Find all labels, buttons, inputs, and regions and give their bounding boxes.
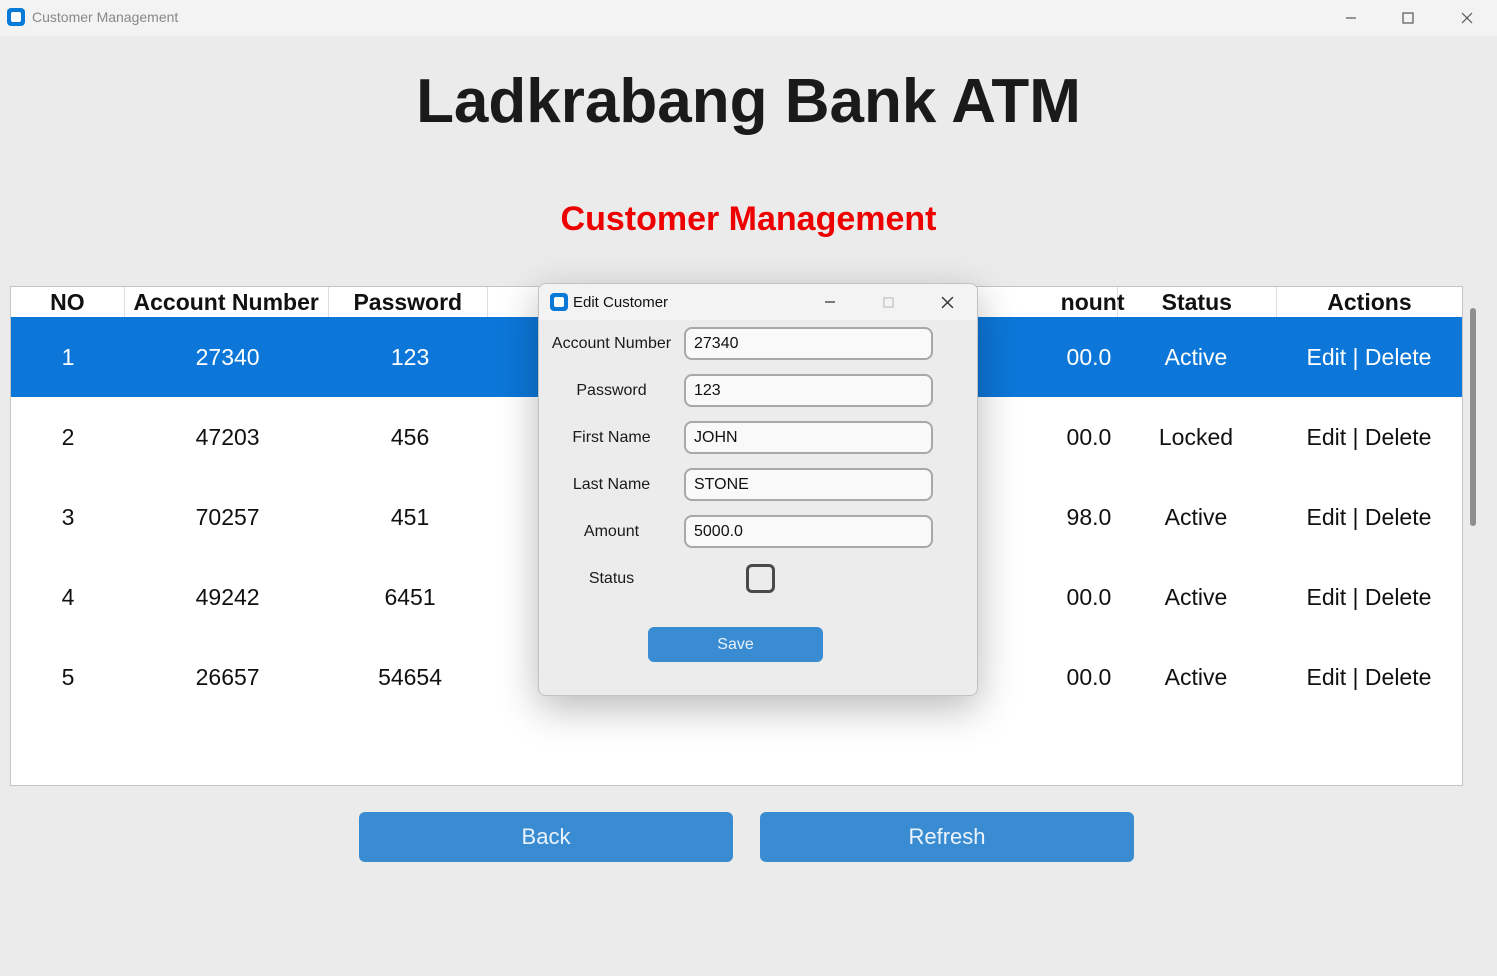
first-name-input[interactable] xyxy=(684,421,933,454)
cell-account-number: 70257 xyxy=(195,503,260,530)
first-name-label: First Name xyxy=(572,429,651,446)
cell-actions[interactable]: Edit | Delete xyxy=(1276,397,1462,477)
cell-password: 123 xyxy=(390,343,430,370)
close-icon xyxy=(941,296,953,308)
account-number-label: Account Number xyxy=(551,335,672,352)
dialog-title: Edit Customer xyxy=(573,294,669,311)
edit-customer-dialog: Edit Customer Account Number Password Fi… xyxy=(538,283,978,696)
refresh-button[interactable]: Refresh xyxy=(760,812,1134,862)
cell-password: 456 xyxy=(390,423,430,450)
page-title: Ladkrabang Bank ATM xyxy=(416,67,1081,136)
dialog-maximize-button[interactable] xyxy=(859,284,917,320)
column-header[interactable]: NO xyxy=(11,287,125,317)
window-title: Customer Management xyxy=(32,9,179,25)
app-icon xyxy=(7,8,25,26)
last-name-label: Last Name xyxy=(572,476,651,493)
page-subtitle: Customer Management xyxy=(560,200,937,238)
maximize-icon xyxy=(882,296,894,308)
dialog-titlebar: Edit Customer xyxy=(539,284,977,320)
cell-password: 6451 xyxy=(384,583,436,610)
password-input[interactable] xyxy=(684,374,933,407)
column-header[interactable]: Status xyxy=(1118,287,1277,317)
close-icon xyxy=(1461,12,1473,24)
cell-account-number: 27340 xyxy=(195,343,260,370)
close-button[interactable] xyxy=(1438,0,1496,36)
cell-actions[interactable]: Edit | Delete xyxy=(1276,317,1462,397)
maximize-icon xyxy=(1402,12,1414,24)
column-header[interactable]: Account Number xyxy=(125,287,329,317)
cell-account-number: 47203 xyxy=(195,423,260,450)
column-header[interactable]: Password xyxy=(329,287,488,317)
cell-no: 5 xyxy=(61,663,75,690)
cell-password: 451 xyxy=(390,503,430,530)
minimize-icon xyxy=(825,301,835,303)
minimize-button[interactable] xyxy=(1322,0,1380,36)
cell-no: 1 xyxy=(61,343,75,370)
last-name-input[interactable] xyxy=(684,468,933,501)
dialog-minimize-button[interactable] xyxy=(801,284,859,320)
cell-no: 2 xyxy=(61,423,75,450)
cell-actions[interactable]: Edit | Delete xyxy=(1276,557,1462,637)
cell-status: Locked xyxy=(1158,423,1234,450)
status-label: Status xyxy=(588,570,635,587)
status-checkbox[interactable] xyxy=(746,564,775,593)
cell-status: Active xyxy=(1164,503,1228,530)
scrollbar-thumb[interactable] xyxy=(1470,308,1476,526)
cell-account-number: 26657 xyxy=(195,663,260,690)
cell-no: 4 xyxy=(61,583,75,610)
window-titlebar: Customer Management xyxy=(0,0,1497,36)
password-label: Password xyxy=(576,382,647,399)
cell-actions[interactable]: Edit | Delete xyxy=(1276,637,1462,717)
amount-input[interactable] xyxy=(684,515,933,548)
column-header[interactable]: Actions xyxy=(1277,287,1462,317)
back-button[interactable]: Back xyxy=(359,812,733,862)
cell-actions[interactable]: Edit | Delete xyxy=(1276,477,1462,557)
maximize-button[interactable] xyxy=(1379,0,1437,36)
cell-no: 3 xyxy=(61,503,75,530)
cell-password: 54654 xyxy=(378,663,443,690)
table-scrollbar[interactable] xyxy=(1466,286,1480,786)
cell-status: Active xyxy=(1164,343,1228,370)
dialog-app-icon xyxy=(550,293,568,311)
minimize-icon xyxy=(1346,17,1356,19)
account-number-input[interactable] xyxy=(684,327,933,360)
cell-account-number: 49242 xyxy=(195,583,260,610)
amount-label: Amount xyxy=(583,523,640,540)
save-button[interactable]: Save xyxy=(648,627,823,662)
cell-status: Active xyxy=(1164,663,1228,690)
cell-status: Active xyxy=(1164,583,1228,610)
dialog-close-button[interactable] xyxy=(918,284,976,320)
